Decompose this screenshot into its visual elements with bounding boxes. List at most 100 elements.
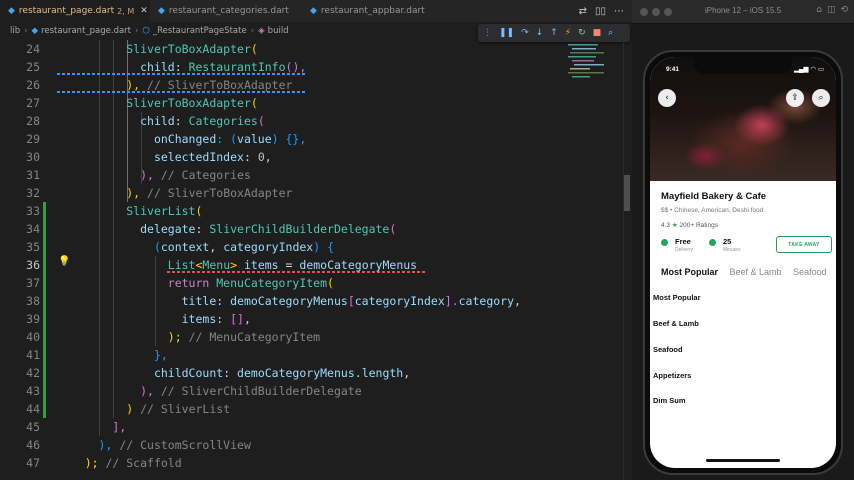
simulator-title-bar: iPhone 12 – iOS 15.5 ⌂ ◫ ⟲ xyxy=(632,0,854,24)
code-line-30: selectedIndex: 0, xyxy=(153,150,272,164)
code-line-41: }, xyxy=(153,348,168,362)
code-line-36: List<Menu> items = demoCategoryMenus xyxy=(167,258,418,272)
breadcrumb-class[interactable]: _RestaurantPageState xyxy=(153,26,247,36)
stop-icon[interactable]: ■ xyxy=(593,28,602,38)
screenshot-icon[interactable]: ◫ xyxy=(827,5,836,15)
menu-category-title: Most Popular xyxy=(653,293,701,302)
line-number: 40 xyxy=(26,330,40,344)
breadcrumb-method[interactable]: build xyxy=(268,26,289,36)
code-line-32: ), // SliverToBoxAdapter xyxy=(126,186,293,200)
step-into-icon[interactable]: ↓ xyxy=(536,28,544,38)
chevron-right-icon: › xyxy=(24,26,28,36)
ios-simulator: iPhone 12 – iOS 15.5 ⌂ ◫ ⟲ 9:41 ▂▄▆ ◠ ▭ … xyxy=(632,0,854,480)
menu-category-title: Beef & Lamb xyxy=(653,319,699,328)
code-line-39: items: [], xyxy=(181,312,251,326)
more-icon[interactable]: ⋯ xyxy=(614,6,624,17)
rating-value: 4.3 xyxy=(661,222,671,229)
inspect-icon[interactable]: ⌕ xyxy=(608,28,613,38)
category-tab-most-popular[interactable]: Most Popular xyxy=(661,267,718,277)
code-line-40: ); // MenuCategoryItem xyxy=(167,330,321,344)
git-change-marker xyxy=(43,202,46,418)
breadcrumb-file[interactable]: restaurant_page.dart xyxy=(41,26,131,36)
line-number: 28 xyxy=(26,114,40,128)
restaurant-info: $$ • Chinese, American, Deshi food xyxy=(661,207,763,214)
breadcrumb-folder[interactable]: lib xyxy=(10,26,20,36)
home-indicator[interactable] xyxy=(706,459,780,462)
line-number: 41 xyxy=(26,348,40,362)
share-icon: ⇪ xyxy=(791,93,799,103)
code-line-42: childCount: demoCategoryMenus.length, xyxy=(153,366,411,380)
menu-category-title: Appetizers xyxy=(653,371,692,380)
line-number: 27 xyxy=(26,96,40,110)
line-number: 32 xyxy=(26,186,40,200)
rotate-icon[interactable]: ⟲ xyxy=(840,5,848,15)
compare-icon[interactable]: ⇄ xyxy=(579,6,587,17)
chevron-left-icon: ‹ xyxy=(665,93,669,103)
take-away-button[interactable]: TAKE AWAY xyxy=(776,236,832,253)
line-number: 47 xyxy=(26,456,40,470)
chevron-right-icon: › xyxy=(250,26,255,36)
search-button[interactable]: ⌕ xyxy=(812,89,830,107)
status-bar-icons: ▂▄▆ ◠ ▭ xyxy=(794,65,824,73)
share-button[interactable]: ⇪ xyxy=(786,89,804,107)
price-level: $$ xyxy=(661,207,669,214)
code-line-27: SliverToBoxAdapter( xyxy=(126,96,258,110)
delivery-fee-label: Delivery xyxy=(675,247,694,253)
ratings-count: 200+ Ratings xyxy=(679,222,719,229)
line-number: 45 xyxy=(26,420,40,434)
code-line-25: child: RestaurantInfo(), xyxy=(140,60,307,74)
step-over-icon[interactable]: ↷ xyxy=(521,28,529,38)
code-line-28: child: Categories( xyxy=(140,114,265,128)
code-editor: ◆ restaurant_page.dart 2, M ✕ ◆ restaura… xyxy=(0,0,632,480)
line-number: 43 xyxy=(26,384,40,398)
restaurant-hero-image xyxy=(650,57,836,181)
phone-screen[interactable]: 9:41 ▂▄▆ ◠ ▭ ‹ ⇪ ⌕ Mayfield Bakery & Caf… xyxy=(650,57,836,468)
code-line-46: ), // CustomScrollView xyxy=(98,438,251,452)
editor-tab-bar: ◆ restaurant_page.dart 2, M ✕ ◆ restaura… xyxy=(0,0,632,22)
class-icon: ⬡ xyxy=(142,26,150,36)
back-button[interactable]: ‹ xyxy=(658,89,676,107)
step-out-icon[interactable]: ↑ xyxy=(550,28,558,38)
status-bar-time: 9:41 xyxy=(666,66,680,73)
line-number: 29 xyxy=(26,132,40,146)
line-number: 38 xyxy=(26,294,40,308)
code-line-45: ], xyxy=(112,420,127,434)
line-number: 35 xyxy=(26,240,40,254)
code-line-47: ); // Scaffold xyxy=(84,456,182,470)
dart-file-icon: ◆ xyxy=(310,6,317,16)
hot-reload-icon[interactable]: ⚡ xyxy=(565,28,571,38)
code-line-34: delegate: SliverChildBuilderDelegate( xyxy=(140,222,397,236)
drag-handle-icon[interactable]: ⋮ xyxy=(483,28,492,38)
tab-restaurant-page[interactable]: ◆ restaurant_page.dart 2, M ✕ xyxy=(0,0,150,22)
line-number: 42 xyxy=(26,366,40,380)
editor-scrollbar-thumb[interactable] xyxy=(624,175,630,211)
restart-icon[interactable]: ↻ xyxy=(578,28,586,38)
line-number: 26 xyxy=(26,78,40,92)
editor-scrollbar-track[interactable] xyxy=(623,40,631,480)
code-line-38: title: demoCategoryMenus[categoryIndex].… xyxy=(181,294,521,308)
tab-label: restaurant_page.dart xyxy=(18,6,115,16)
star-icon: ★ xyxy=(671,222,680,229)
line-number: 44 xyxy=(26,402,40,416)
pause-icon[interactable]: ❚❚ xyxy=(499,28,514,38)
delivery-fee-value: Free xyxy=(675,237,691,246)
method-icon: ◈ xyxy=(258,26,265,36)
delivery-time-value: 25 xyxy=(723,237,732,246)
code-line-31: ), // Categories xyxy=(140,168,251,182)
category-tab-beef-lamb[interactable]: Beef & Lamb xyxy=(730,267,782,277)
line-number: 30 xyxy=(26,150,40,164)
line-number: 37 xyxy=(26,276,40,290)
line-number: 31 xyxy=(26,168,40,182)
tab-restaurant-categories[interactable]: ◆ restaurant_categories.dart xyxy=(150,0,300,22)
wifi-icon: ◠ xyxy=(810,66,817,73)
minimap[interactable] xyxy=(566,42,620,82)
split-editor-icon[interactable]: ▯▯ xyxy=(595,6,606,17)
tab-restaurant-appbar[interactable]: ◆ restaurant_appbar.dart xyxy=(302,0,442,22)
line-number: 39 xyxy=(26,312,40,326)
delivery-time-label: Minutes xyxy=(723,247,741,253)
chevron-right-icon: › xyxy=(135,26,139,36)
close-icon[interactable]: ✕ xyxy=(140,6,148,16)
menu-category-title: Seafood xyxy=(653,345,683,354)
home-icon[interactable]: ⌂ xyxy=(816,5,822,15)
category-tab-seafood[interactable]: Seafood xyxy=(793,267,827,277)
